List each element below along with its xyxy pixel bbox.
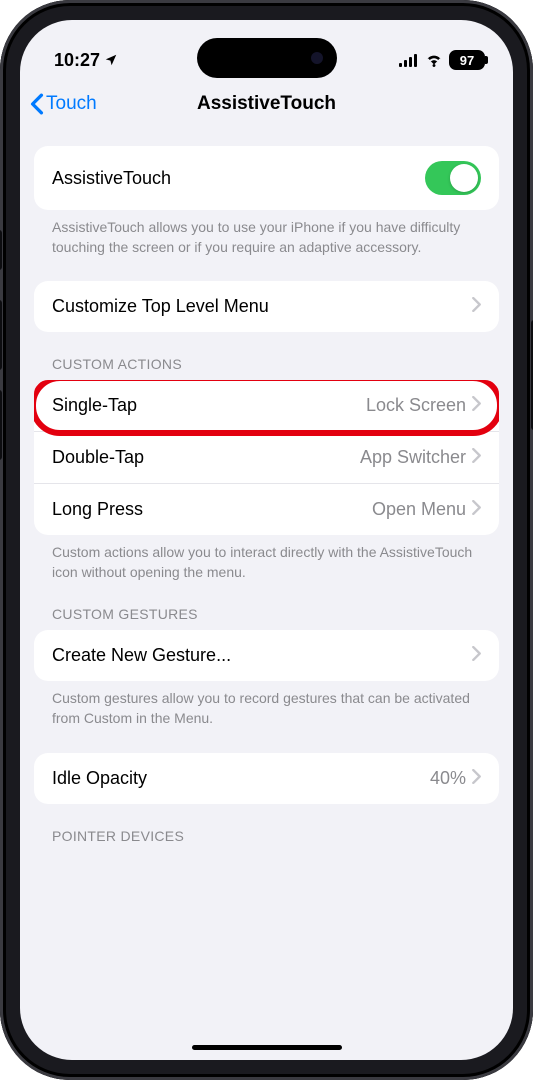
group-pointer-devices: POINTER DEVICES — [34, 828, 499, 852]
custom-gestures-footer: Custom gestures allow you to record gest… — [34, 681, 499, 728]
back-label: Touch — [46, 93, 97, 115]
home-indicator[interactable] — [192, 1045, 342, 1050]
cellular-icon — [399, 54, 419, 67]
row-long-press[interactable]: Long Press Open Menu — [34, 483, 499, 535]
card-customize-menu: Customize Top Level Menu — [34, 281, 499, 332]
chevron-right-icon — [472, 768, 481, 789]
location-icon — [104, 53, 118, 67]
assistivetouch-footer: AssistiveTouch allows you to use your iP… — [34, 210, 499, 257]
content: AssistiveTouch AssistiveTouch allows you… — [20, 128, 513, 1060]
group-main-toggle: AssistiveTouch AssistiveTouch allows you… — [34, 146, 499, 257]
custom-actions-footer: Custom actions allow you to interact dir… — [34, 535, 499, 582]
card-idle-opacity: Idle Opacity 40% — [34, 753, 499, 804]
custom-actions-header: CUSTOM ACTIONS — [34, 356, 499, 380]
row-assistivetouch-toggle[interactable]: AssistiveTouch — [34, 146, 499, 210]
pointer-devices-header: POINTER DEVICES — [34, 828, 499, 852]
back-button[interactable]: Touch — [30, 93, 97, 115]
status-left: 10:27 — [54, 50, 118, 71]
side-button — [0, 230, 2, 270]
camera-dot — [311, 52, 323, 64]
group-idle-opacity: Idle Opacity 40% — [34, 753, 499, 804]
group-customize-menu: Customize Top Level Menu — [34, 281, 499, 332]
idle-opacity-value: 40% — [430, 768, 466, 789]
long-press-value: Open Menu — [372, 499, 466, 520]
page-title: AssistiveTouch — [197, 93, 336, 115]
chevron-right-icon — [472, 645, 481, 666]
double-tap-label: Double-Tap — [52, 447, 360, 468]
row-customize-top-level-menu[interactable]: Customize Top Level Menu — [34, 281, 499, 332]
row-double-tap[interactable]: Double-Tap App Switcher — [34, 431, 499, 483]
chevron-left-icon — [30, 93, 44, 115]
create-gesture-label: Create New Gesture... — [52, 645, 472, 666]
status-right: 97 — [399, 50, 485, 70]
battery-level: 97 — [460, 53, 474, 68]
status-time: 10:27 — [54, 50, 100, 71]
nav-bar: Touch AssistiveTouch — [20, 80, 513, 128]
double-tap-value: App Switcher — [360, 447, 466, 468]
card-main-toggle: AssistiveTouch — [34, 146, 499, 210]
volume-down-button — [0, 390, 2, 460]
chevron-right-icon — [472, 395, 481, 416]
card-custom-gestures: Create New Gesture... — [34, 630, 499, 681]
assistivetouch-label: AssistiveTouch — [52, 168, 425, 189]
group-custom-actions: CUSTOM ACTIONS Single-Tap Lock Screen Do… — [34, 356, 499, 582]
screen: 10:27 — [20, 20, 513, 1060]
chevron-right-icon — [472, 296, 481, 317]
group-custom-gestures: CUSTOM GESTURES Create New Gesture... Cu… — [34, 606, 499, 728]
chevron-right-icon — [472, 447, 481, 468]
custom-gestures-header: CUSTOM GESTURES — [34, 606, 499, 630]
customize-menu-label: Customize Top Level Menu — [52, 296, 472, 317]
chevron-right-icon — [472, 499, 481, 520]
long-press-label: Long Press — [52, 499, 372, 520]
single-tap-value: Lock Screen — [366, 395, 466, 416]
idle-opacity-label: Idle Opacity — [52, 768, 430, 789]
row-idle-opacity[interactable]: Idle Opacity 40% — [34, 753, 499, 804]
assistivetouch-switch[interactable] — [425, 161, 481, 195]
volume-up-button — [0, 300, 2, 370]
single-tap-label: Single-Tap — [52, 395, 366, 416]
row-create-new-gesture[interactable]: Create New Gesture... — [34, 630, 499, 681]
row-single-tap[interactable]: Single-Tap Lock Screen — [34, 380, 499, 431]
device-frame: 10:27 — [0, 0, 533, 1080]
wifi-icon — [425, 54, 443, 67]
dynamic-island — [197, 38, 337, 78]
card-custom-actions: Single-Tap Lock Screen Double-Tap App Sw… — [34, 380, 499, 535]
battery-indicator: 97 — [449, 50, 485, 70]
